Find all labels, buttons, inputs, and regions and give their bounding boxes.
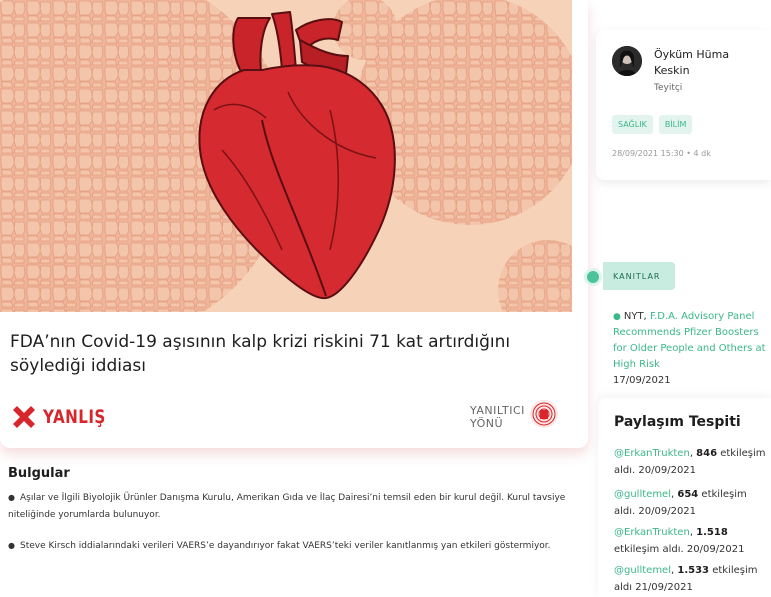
finding-text: Steve Kirsch iddialarındaki verileri VAE… — [19, 541, 551, 551]
share-item: @ErkanTrukten, 1.518 etkileşim aldı. 20/… — [614, 527, 745, 555]
share-handle[interactable]: @gulltemel — [614, 489, 671, 500]
misleading-aspect-label[interactable]: YANILTICI YÖNÜ — [470, 404, 530, 430]
share-item: @gulltemel, 654 etkileşim aldı. 20/09/20… — [614, 489, 747, 517]
share-suffix: etkileşim aldı. 20/09/2021 — [614, 544, 745, 555]
verdict-badge: YANLIŞ — [10, 402, 121, 432]
finding-text: Aşılar ve İlgili Biyolojik Ürünler Danış… — [8, 493, 566, 520]
author-name[interactable]: Öyküm Hüma Keskin — [654, 47, 764, 79]
bullet-icon: ● — [613, 312, 621, 322]
share-count: 1.518 — [696, 527, 728, 538]
share-item: @ErkanTrukten, 846 etkileşim aldı. 20/09… — [614, 448, 766, 476]
cross-icon — [13, 406, 35, 428]
publish-date: 28/09/2021 15:30 • 4 dk — [612, 149, 711, 158]
misleading-label-line1: YANILTICI — [470, 404, 525, 417]
evidence-date: 17/09/2021 — [613, 375, 671, 386]
hero-image — [0, 0, 572, 312]
shares-title: Paylaşım Tespiti — [614, 414, 741, 430]
author-card: Öyküm Hüma Keskin Teyitçi SAĞLIK BİLİM 2… — [596, 30, 771, 180]
misleading-label-line2: YÖNÜ — [470, 417, 504, 430]
findings-heading: Bulgular — [8, 466, 70, 481]
fingerprint-icon[interactable] — [528, 398, 560, 430]
tag-science[interactable]: BİLİM — [658, 115, 693, 134]
share-count: 846 — [696, 448, 718, 459]
timeline-dot-icon — [584, 268, 602, 286]
share-count: 654 — [677, 489, 699, 500]
share-handle[interactable]: @gulltemel — [614, 565, 671, 576]
share-count: 1.533 — [677, 565, 709, 576]
evidence-source: NYT, — [623, 311, 647, 322]
tag-health[interactable]: SAĞLIK — [612, 115, 653, 134]
share-handle[interactable]: @ErkanTrukten — [614, 448, 690, 459]
author-role: Teyitçi — [654, 83, 683, 93]
anatomical-heart-illustration — [0, 0, 572, 312]
avatar-image — [612, 46, 642, 76]
bullet-icon: ● — [8, 493, 15, 502]
evidence-item: ● NYT, F.D.A. Advisory Panel Recommends P… — [613, 309, 771, 389]
tag-list: SAĞLIK BİLİM — [612, 115, 693, 134]
article-title: FDA’nın Covid-19 aşısının kalp krizi ris… — [10, 332, 511, 376]
evidence-tab[interactable]: KANITLAR — [603, 262, 675, 290]
bullet-icon: ● — [8, 541, 15, 550]
article-card: FDA’nın Covid-19 aşısının kalp krizi ris… — [0, 0, 588, 448]
shares-card: Paylaşım Tespiti @ErkanTrukten, 846 etki… — [598, 398, 771, 597]
finding-item: ● Steve Kirsch iddialarındaki verileri VA… — [8, 537, 568, 555]
finding-item: ● Aşılar ve İlgili Biyolojik Ürünler Danı… — [8, 489, 568, 524]
avatar[interactable] — [612, 46, 642, 76]
verdict-label: YANLIŞ — [43, 406, 106, 428]
share-handle[interactable]: @ErkanTrukten — [614, 527, 690, 538]
share-item: @gulltemel, 1.533 etkileşim aldı 21/09/2… — [614, 565, 758, 593]
